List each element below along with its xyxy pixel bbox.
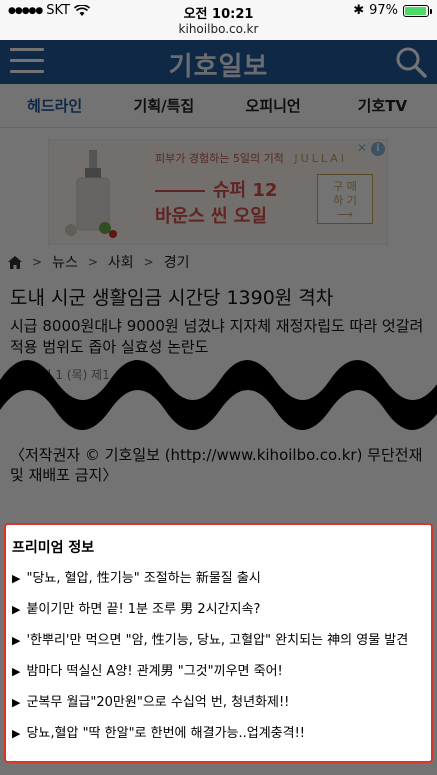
ad-tagline: 피부가 경험하는 5일의 기적 [155,152,284,165]
tab-kiho-tv[interactable]: 기호TV [328,95,437,116]
ad-divider-line [155,190,205,192]
ad-cta-line2: 하 기 [333,194,357,207]
breadcrumb-society[interactable]: 사회 [108,252,134,272]
breadcrumb-separator: > [143,255,154,269]
breadcrumb-gyeonggi[interactable]: 경기 [164,252,190,272]
article-title: 도내 시군 생활임금 시간당 1390원 격차 [10,287,334,309]
battery-fill [405,6,427,15]
ad-headline-1-text: 슈퍼 12 [213,180,278,201]
tab-headline[interactable]: 헤드라인 [0,95,109,116]
premium-item-text: 붙이기만 하면 끝! 1분 조루 男 2시간지속? [26,602,261,617]
status-right: ✱ 97% [353,3,432,18]
play-icon: ▶ [12,634,21,647]
play-icon: ▶ [12,572,21,585]
premium-item[interactable]: ▶ 밤마다 떡실신 A양! 관계男 "그것"끼우면 죽어! [12,660,431,679]
premium-item-text: '한뿌리'만 먹으면 "암, 性기능, 당뇨, 고혈압" 완치되는 神의 영물 … [26,633,409,648]
wave-overlay [0,360,437,430]
premium-item-text: "당뇨, 혈압, 性기능" 조절하는 新물질 출시 [26,571,261,586]
play-icon: ▶ [12,696,21,709]
bluetooth-icon: ✱ [353,3,365,18]
tab-opinion[interactable]: 오피니언 [219,95,328,116]
site-header: 기호일보 [0,40,437,84]
ad-cta-line1: 구 매 [333,180,357,193]
premium-item-text: 밤마다 떡실신 A양! 관계男 "그것"끼우면 죽어! [26,664,283,679]
search-icon[interactable] [395,46,427,78]
premium-item[interactable]: ▶ 군복무 월급"20만원"으로 수십억 번, 청년화제!! [12,691,431,710]
breadcrumb-news[interactable]: 뉴스 [52,252,78,272]
status-bar: ●●●●● SKT 오전 10:21 ✱ 97% [0,0,437,22]
premium-item[interactable]: ▶ 당뇨,혈압 "딱 한알"로 한번에 해결가능..업계충격!! [12,722,431,741]
battery-icon [403,4,432,17]
premium-item-text: 당뇨,혈압 "딱 한알"로 한번에 해결가능..업계충격!! [26,726,306,741]
copyright-notice: 〈저작권자 © 기호일보 (http://www.kihoilbo.co.kr)… [10,446,423,484]
premium-list: ▶ "당뇨, 혈압, 性기능" 조절하는 新물질 출시 ▶ 붙이기만 하면 끝! 1… [12,567,431,741]
arrow-right-icon: ⟶ [337,208,353,221]
premium-heading: 프리미엄 정보 [12,540,95,556]
ad-banner[interactable]: 피부가 경험하는 5일의 기적 JULLAI 슈퍼 12 바운스 씬 오일 구 … [48,139,388,245]
ad-close-icon[interactable]: ✕ [357,141,367,155]
ad-buy-button[interactable]: 구 매 하 기 ⟶ [317,174,373,224]
url-bar[interactable]: kihoilbo.co.kr [0,22,437,40]
breadcrumb: > 뉴스 > 사회 > 경기 [8,252,189,272]
premium-item-text: 군복무 월급"20만원"으로 수십억 번, 청년화제!! [26,695,290,710]
home-icon[interactable] [8,255,22,269]
serum-bottle-image [65,150,117,238]
ad-headline-2: 바운스 씬 오일 [155,206,267,227]
ad-brand: JULLAI [294,152,347,165]
premium-info-popup: 프리미엄 정보 ▶ "당뇨, 혈압, 性기능" 조절하는 新물질 출시 ▶ 붙이기만… [4,523,433,763]
play-icon: ▶ [12,727,21,740]
premium-item[interactable]: ▶ '한뿌리'만 먹으면 "암, 性기능, 당뇨, 고혈압" 완치되는 神의 영물… [12,629,431,648]
category-tabs: 헤드라인 기획/특집 오피니언 기호TV [0,84,437,128]
premium-item[interactable]: ▶ 붙이기만 하면 끝! 1분 조루 男 2시간지속? [12,598,431,617]
site-logo[interactable]: 기호일보 [0,46,437,83]
play-icon: ▶ [12,665,21,678]
breadcrumb-separator: > [87,255,98,269]
premium-item[interactable]: ▶ "당뇨, 혈압, 性기능" 조절하는 新물질 출시 [12,567,431,586]
battery-percent: 97% [369,3,398,18]
ad-info-icon[interactable]: i [371,142,385,156]
tab-feature[interactable]: 기획/특집 [109,95,218,116]
play-icon: ▶ [12,603,21,616]
breadcrumb-separator: > [32,255,43,269]
